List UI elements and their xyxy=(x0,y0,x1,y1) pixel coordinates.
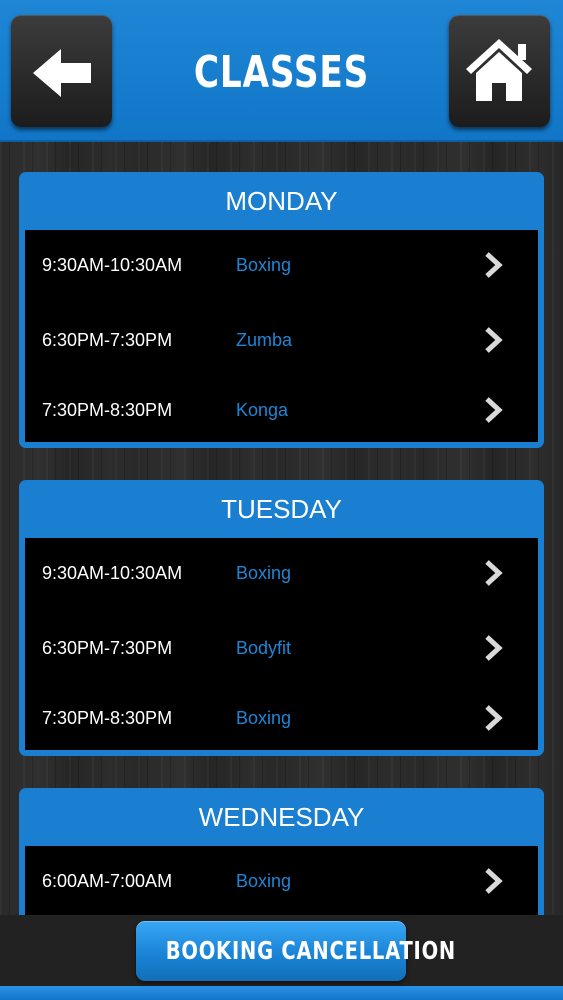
session-list: 9:30AM-10:30AM Boxing 6:30PM-7:30PM Body… xyxy=(25,538,538,750)
day-title: MONDAY xyxy=(225,186,338,216)
booking-cancellation-button[interactable]: BOOKING CANCELLATION xyxy=(136,921,457,981)
session-list: 9:30AM-10:30AM Boxing 6:30PM-7:30PM Zumb… xyxy=(25,230,538,442)
chevron-right-icon xyxy=(485,705,503,731)
back-arrow-icon xyxy=(33,49,91,97)
day-panel-monday: MONDAY 9:30AM-10:30AM Boxing 6:30PM-7:30… xyxy=(19,172,544,448)
session-class: Zumba xyxy=(236,330,293,350)
day-title: WEDNESDAY xyxy=(198,802,365,832)
session-time: 6:00AM-7:00AM xyxy=(42,871,173,891)
session-row[interactable]: 6:30PM-7:30PM Zumba xyxy=(25,320,538,360)
session-row[interactable]: 9:30AM-10:30AM Boxing xyxy=(25,245,538,285)
day-title: TUESDAY xyxy=(221,494,342,524)
chevron-right-icon xyxy=(485,397,503,423)
chevron-right-icon xyxy=(485,560,503,586)
session-time: 9:30AM-10:30AM xyxy=(42,255,183,275)
home-button[interactable] xyxy=(449,15,550,127)
session-row[interactable]: 9:30AM-10:30AM Boxing xyxy=(25,553,538,593)
chevron-right-icon xyxy=(485,868,503,894)
session-row[interactable]: 7:30PM-8:30PM Boxing xyxy=(25,698,538,738)
chevron-right-icon xyxy=(485,327,503,353)
day-panel-wednesday: WEDNESDAY 6:00AM-7:00AM Boxing xyxy=(19,788,544,928)
session-class: Boxing xyxy=(236,563,292,583)
back-button[interactable] xyxy=(11,15,112,127)
session-time: 6:30PM-7:30PM xyxy=(42,330,173,350)
home-icon xyxy=(466,39,532,101)
day-panel-tuesday: TUESDAY 9:30AM-10:30AM Boxing 6:30PM-7:3… xyxy=(19,480,544,756)
booking-cancellation-label: BOOKING CANCELLATION xyxy=(165,936,457,965)
session-class: Boxing xyxy=(236,255,292,275)
chevron-right-icon xyxy=(485,635,503,661)
chevron-right-icon xyxy=(485,252,503,278)
session-time: 7:30PM-8:30PM xyxy=(42,400,173,420)
header-bar: CLASSES xyxy=(0,0,563,142)
session-class: Bodyfit xyxy=(236,638,292,658)
session-class: Boxing xyxy=(236,871,292,891)
session-row[interactable]: 6:00AM-7:00AM Boxing xyxy=(25,861,538,901)
session-time: 7:30PM-8:30PM xyxy=(42,708,173,728)
session-row[interactable]: 7:30PM-8:30PM Konga xyxy=(25,390,538,430)
session-class: Konga xyxy=(236,400,289,420)
page-title: CLASSES xyxy=(193,47,370,98)
session-row[interactable]: 6:30PM-7:30PM Bodyfit xyxy=(25,628,538,668)
footer-accent-line xyxy=(0,986,563,1000)
session-time: 6:30PM-7:30PM xyxy=(42,638,173,658)
session-time: 9:30AM-10:30AM xyxy=(42,563,183,583)
session-class: Boxing xyxy=(236,708,292,728)
